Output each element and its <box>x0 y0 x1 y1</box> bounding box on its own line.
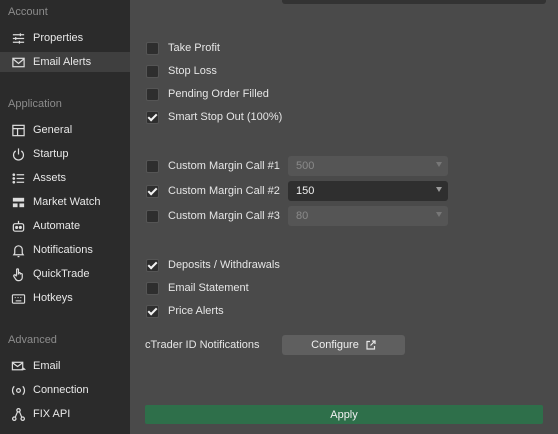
margin-call-2-value: 150 <box>296 185 315 197</box>
sidebar-item-label: Email <box>33 360 61 372</box>
price-alerts-label: Price Alerts <box>168 305 224 317</box>
sidebar-item-email[interactable]: Email <box>0 356 130 376</box>
deposits-withdrawals-checkbox[interactable] <box>146 258 159 272</box>
settings-sidebar: Account Properties Email Alerts Applicat… <box>0 0 130 434</box>
email-statement-label: Email Statement <box>168 282 249 294</box>
email-alerts-panel: Take Profit Stop Loss Pending Order Fill… <box>130 0 558 434</box>
sidebar-item-email-alerts[interactable]: Email Alerts <box>0 52 130 72</box>
pending-order-filled-label: Pending Order Filled <box>168 88 269 100</box>
sidebar-item-label: Notifications <box>33 244 93 256</box>
sidebar-item-label: FIX API <box>33 408 71 420</box>
chevron-down-icon <box>436 212 442 217</box>
margin-call-2-select[interactable]: 150 <box>288 181 448 201</box>
margin-call-3-value: 80 <box>296 210 309 222</box>
sidebar-item-general[interactable]: General <box>0 120 130 140</box>
email-statement-option[interactable]: Email Statement <box>146 279 249 297</box>
ctrader-id-notifications-label: cTrader ID Notifications <box>145 339 260 351</box>
envelope-icon <box>10 54 26 70</box>
take-profit-checkbox[interactable] <box>146 41 159 55</box>
sidebar-item-label: Hotkeys <box>33 292 73 304</box>
power-icon <box>10 146 26 162</box>
sidebar-item-notifications[interactable]: Notifications <box>0 240 130 260</box>
sidebar-item-assets[interactable]: Assets <box>0 168 130 188</box>
section-title-application: Application <box>8 98 62 110</box>
smart-stop-out-option[interactable]: Smart Stop Out (100%) <box>146 108 282 126</box>
margin-call-1-value: 500 <box>296 160 315 172</box>
external-link-icon <box>366 340 376 350</box>
email-arrow-icon <box>10 358 26 374</box>
sidebar-item-label: Properties <box>33 32 84 44</box>
sidebar-item-label: Assets <box>33 172 67 184</box>
pending-order-filled-option[interactable]: Pending Order Filled <box>146 85 269 103</box>
sidebar-item-label: Automate <box>33 220 81 232</box>
hand-pointer-icon <box>10 266 26 282</box>
deposits-withdrawals-label: Deposits / Withdrawals <box>168 259 280 271</box>
take-profit-option[interactable]: Take Profit <box>146 39 220 57</box>
margin-call-2-label: Custom Margin Call #2 <box>168 185 280 197</box>
sidebar-item-label: General <box>33 124 73 136</box>
pending-order-filled-checkbox[interactable] <box>146 87 159 101</box>
chevron-down-icon <box>436 187 442 192</box>
configure-button[interactable]: Configure <box>282 335 405 355</box>
market-watch-icon <box>10 194 26 210</box>
apply-button[interactable]: Apply <box>145 405 543 424</box>
price-alerts-option[interactable]: Price Alerts <box>146 302 224 320</box>
email-address-field[interactable] <box>282 0 546 4</box>
margin-call-3-label: Custom Margin Call #3 <box>168 210 280 222</box>
sidebar-item-label: Market Watch <box>33 196 101 208</box>
sidebar-item-fix-api[interactable]: FIX API <box>0 404 130 424</box>
sidebar-item-quicktrade[interactable]: QuickTrade <box>0 264 130 284</box>
margin-call-1-select[interactable]: 500 <box>288 156 448 176</box>
sidebar-item-market-watch[interactable]: Market Watch <box>0 192 130 212</box>
smart-stop-out-label: Smart Stop Out (100%) <box>168 111 283 123</box>
margin-call-1-checkbox[interactable] <box>146 159 159 173</box>
email-statement-checkbox[interactable] <box>146 281 159 295</box>
bell-icon <box>10 242 26 258</box>
keyboard-icon <box>10 290 26 306</box>
sidebar-item-automate[interactable]: Automate <box>0 216 130 236</box>
stop-loss-label: Stop Loss <box>168 65 217 77</box>
smart-stop-out-checkbox[interactable] <box>146 110 159 124</box>
margin-call-1-label: Custom Margin Call #1 <box>168 160 280 172</box>
sidebar-item-connection[interactable]: Connection <box>0 380 130 400</box>
margin-call-2-checkbox[interactable] <box>146 184 159 198</box>
margin-call-1-option[interactable]: Custom Margin Call #1 <box>146 157 290 175</box>
price-alerts-checkbox[interactable] <box>146 304 159 318</box>
margin-call-3-option[interactable]: Custom Margin Call #3 <box>146 207 290 225</box>
section-title-advanced: Advanced <box>8 334 57 346</box>
sidebar-item-label: Email Alerts <box>33 56 92 68</box>
list-icon <box>10 170 26 186</box>
sidebar-item-startup[interactable]: Startup <box>0 144 130 164</box>
robot-icon <box>10 218 26 234</box>
deposits-withdrawals-option[interactable]: Deposits / Withdrawals <box>146 256 280 274</box>
apply-button-label: Apply <box>330 408 358 421</box>
configure-button-label: Configure <box>311 339 359 351</box>
sidebar-item-label: QuickTrade <box>33 268 90 280</box>
network-icon <box>10 406 26 422</box>
sliders-icon <box>10 30 26 46</box>
margin-call-3-checkbox[interactable] <box>146 209 159 223</box>
stop-loss-checkbox[interactable] <box>146 64 159 78</box>
stop-loss-option[interactable]: Stop Loss <box>146 62 217 80</box>
chevron-down-icon <box>436 162 442 167</box>
sidebar-item-label: Startup <box>33 148 69 160</box>
connection-icon <box>10 382 26 398</box>
section-title-account: Account <box>8 6 48 18</box>
sidebar-item-label: Connection <box>33 384 89 396</box>
sidebar-item-hotkeys[interactable]: Hotkeys <box>0 288 130 308</box>
margin-call-3-select[interactable]: 80 <box>288 206 448 226</box>
sidebar-item-properties[interactable]: Properties <box>0 28 130 48</box>
margin-call-2-option[interactable]: Custom Margin Call #2 <box>146 182 290 200</box>
layout-icon <box>10 122 26 138</box>
take-profit-label: Take Profit <box>168 42 220 54</box>
